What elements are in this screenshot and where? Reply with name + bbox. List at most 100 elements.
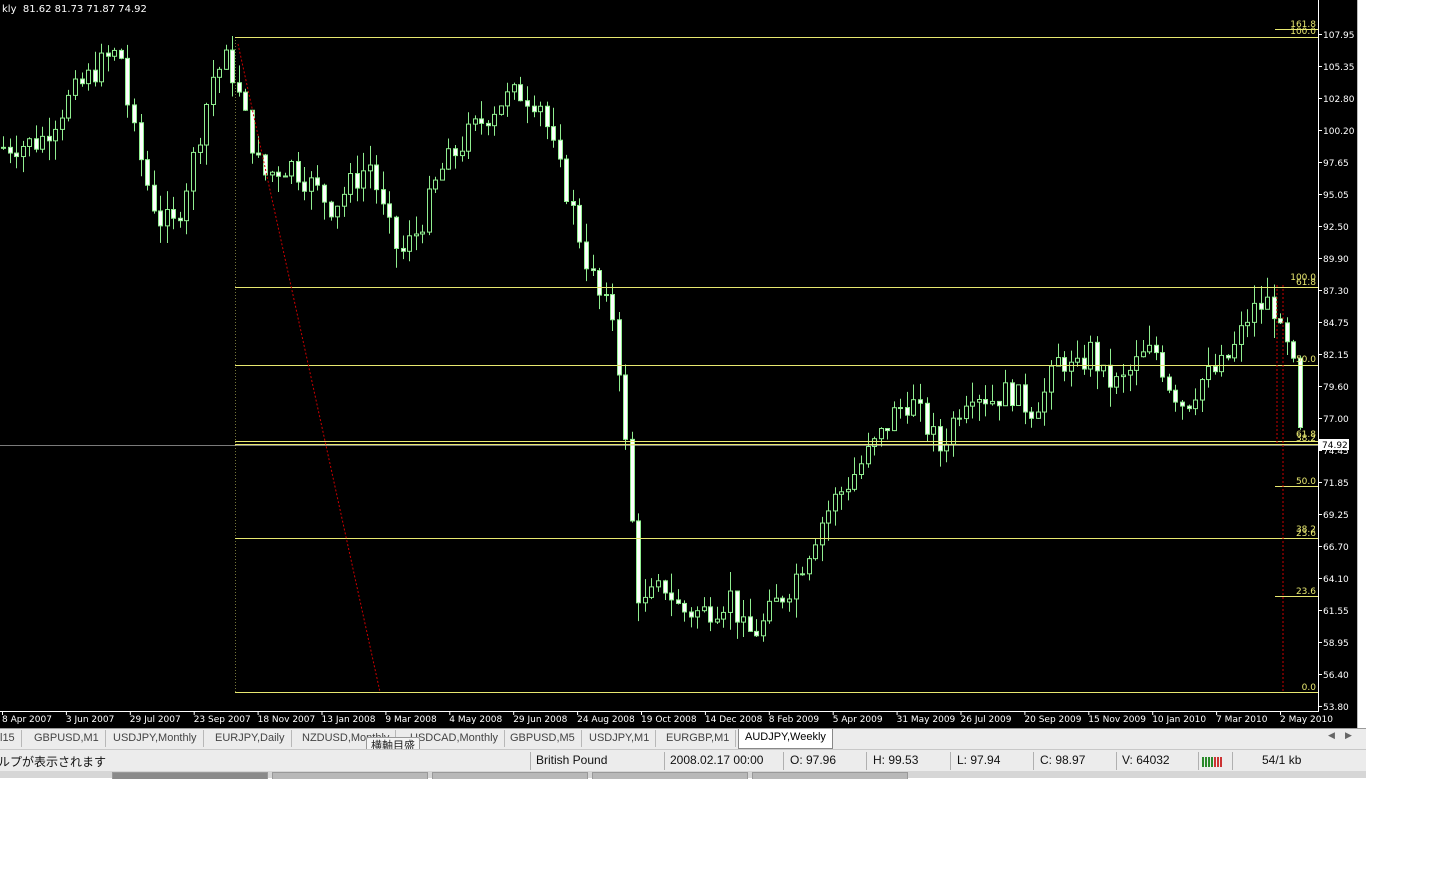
candle-body	[905, 407, 910, 416]
price-tick-label: 107.95	[1323, 31, 1355, 41]
price-tick-label: 61.55	[1323, 607, 1349, 617]
tab-usdjpy-m1[interactable]: USDJPY,M1	[583, 730, 657, 747]
candle-body	[440, 168, 445, 181]
candle-body	[47, 135, 52, 142]
connection-status-icon[interactable]	[1202, 755, 1226, 767]
candle-body	[73, 78, 78, 96]
candle-body	[1154, 344, 1159, 354]
candle-body	[315, 177, 320, 186]
chart-window[interactable]: 161.8 100.0 100.0 61.8 50.0 61.8 38.2 50.0 38.2 2…	[0, 0, 1367, 728]
time-tick-label: 31 May 2009	[897, 715, 956, 725]
taskbar-button[interactable]	[592, 772, 748, 779]
time-tick-label: 24 Aug 2008	[577, 715, 635, 725]
candle-body	[270, 171, 275, 176]
candle-body	[518, 84, 523, 102]
candle-body	[374, 164, 379, 191]
candle-body	[997, 400, 1002, 407]
candle-body	[204, 103, 209, 146]
candle-body	[604, 294, 609, 297]
candle-body	[623, 374, 628, 440]
candle-body	[820, 522, 825, 546]
vertical-scrollbar[interactable]	[1357, 0, 1367, 728]
candle-body	[833, 493, 838, 512]
candle-body	[276, 171, 281, 177]
time-tick-label: 7 Mar 2010	[1216, 715, 1268, 725]
candle-body	[702, 606, 707, 612]
tab-gbpusd-m5[interactable]: GBPUSD,M5	[504, 730, 582, 747]
candle-body	[774, 597, 779, 602]
chart-info: kly 81.62 81.73 71.87 74.92	[2, 4, 147, 15]
tab-scroll-left-icon[interactable]: ◀	[1328, 731, 1335, 741]
tab-scroll-right-icon[interactable]: ▶	[1345, 731, 1352, 741]
candle-body	[643, 596, 648, 604]
tab-eurgbp-m1[interactable]: EURGBP,M1	[660, 730, 737, 747]
time-tick-label: 23 Sep 2007	[194, 715, 251, 725]
taskbar-button[interactable]	[432, 772, 588, 779]
tab-l15[interactable]: l15	[0, 730, 22, 747]
tab-gbpusd-m1[interactable]: GBPUSD,M1	[28, 730, 106, 747]
candle-body	[859, 463, 864, 476]
candle-body	[1239, 325, 1244, 345]
status-volume: V: 64032	[1122, 753, 1170, 767]
price-tick-label: 92.50	[1323, 223, 1349, 233]
status-close: C: 98.97	[1040, 753, 1086, 767]
candle-body	[1298, 357, 1303, 429]
candle-body	[898, 407, 903, 410]
fibo-label-low-0: 0.0	[1302, 683, 1317, 693]
price-tick-label: 53.80	[1323, 703, 1349, 713]
taskbar-button[interactable]	[272, 772, 428, 779]
candle-body	[401, 247, 406, 252]
candle-body	[708, 606, 713, 623]
fibo-label-100: 100.0	[1290, 27, 1316, 37]
ohlc-header: 81.62 81.73 71.87 74.92	[22, 4, 147, 15]
candle-body	[1272, 296, 1277, 320]
candle-body	[970, 401, 975, 407]
tab-eurjpy-daily[interactable]: EURJPY,Daily	[209, 730, 292, 747]
candle-body	[977, 398, 982, 403]
candle-body	[866, 445, 871, 465]
status-low: L: 97.94	[957, 753, 1001, 767]
candle-body	[1029, 411, 1034, 419]
taskbar-button[interactable]	[752, 772, 908, 779]
candle-body	[93, 69, 98, 83]
price-tick-label: 69.25	[1323, 511, 1349, 521]
price-tick-label: 71.85	[1323, 479, 1349, 489]
candle-body	[460, 150, 465, 157]
candle-body	[1016, 384, 1021, 407]
tab-audjpy-weekly[interactable]: AUDJPY,Weekly	[738, 729, 833, 749]
candle-body	[486, 122, 491, 127]
candle-body	[86, 69, 91, 85]
candle-body	[1173, 389, 1178, 403]
taskbar-button[interactable]	[112, 772, 268, 779]
candle-body	[1134, 356, 1139, 371]
candle-body	[1114, 376, 1119, 388]
candle-body	[158, 210, 163, 227]
candle-body	[60, 117, 65, 130]
candle-body	[813, 544, 818, 560]
candle-body	[682, 602, 687, 613]
candle-body	[368, 164, 373, 172]
candle-body	[198, 144, 203, 153]
tab-usdjpy-monthly[interactable]: USDJPY,Monthly	[107, 730, 204, 747]
candle-body	[1167, 376, 1172, 391]
candle-body	[178, 217, 183, 222]
current-price-label: 74.92	[1322, 441, 1348, 451]
candle-body	[40, 135, 45, 150]
candle-body	[800, 573, 805, 576]
price-tick-label: 58.95	[1323, 639, 1349, 649]
candle-body	[361, 170, 366, 189]
candle-body	[1036, 411, 1041, 419]
price-chart[interactable]: 161.8100.0100.061.850.061.838.250.038.22…	[0, 0, 1357, 728]
candle-body	[145, 159, 150, 186]
candle-body	[21, 145, 26, 158]
candle-body	[852, 474, 857, 490]
candle-body	[826, 510, 831, 524]
candle-body	[1062, 357, 1067, 372]
candle-body	[355, 173, 360, 189]
fibo-label-mid-61: 61.8	[1296, 278, 1316, 288]
candle-body	[630, 438, 635, 522]
time-tick-label: 19 Oct 2008	[641, 715, 697, 725]
price-tick-label: 64.10	[1323, 575, 1349, 585]
candle-body	[1226, 354, 1231, 359]
candle-body	[767, 600, 772, 622]
